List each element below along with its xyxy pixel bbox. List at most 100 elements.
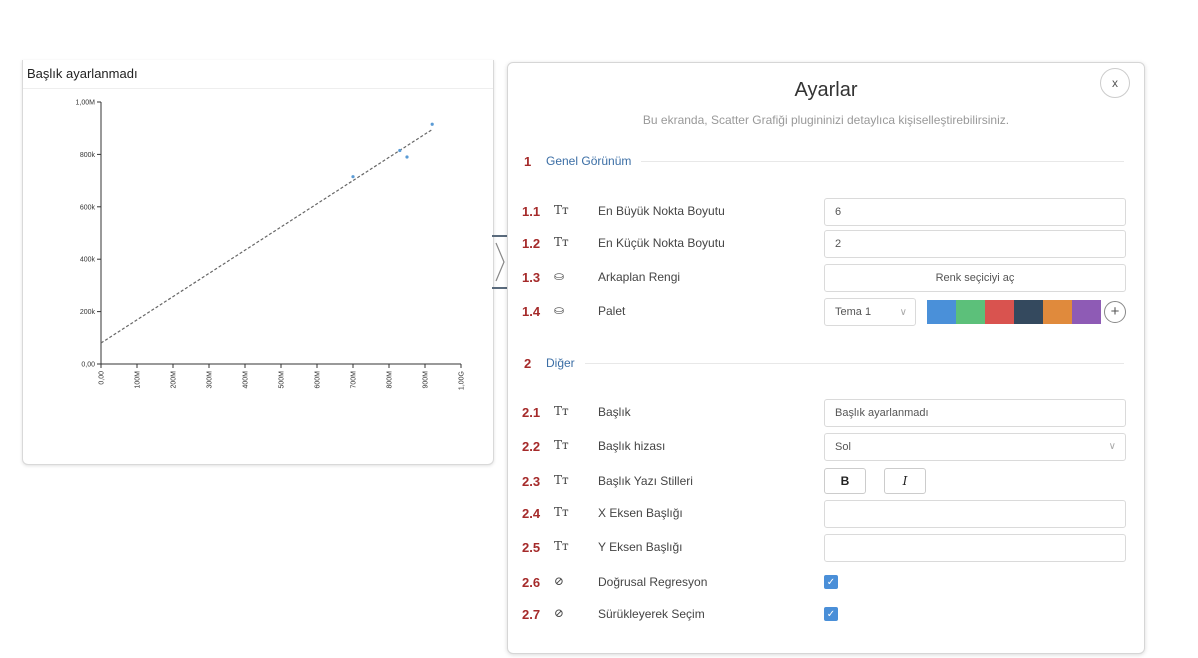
paint-bucket-icon: ⛀: [554, 303, 565, 317]
bold-button[interactable]: B: [824, 468, 866, 494]
x-tick-label: 1,00G: [459, 371, 466, 390]
row-label: Başlık hizası: [598, 439, 666, 453]
theme-select-value: Tema 1: [835, 306, 872, 318]
x-tick-label: 700M: [351, 371, 358, 389]
paint-bucket-icon: ⛀: [554, 269, 565, 283]
row-label: En Büyük Nokta Boyutu: [598, 204, 725, 218]
row-number: 1.2: [522, 236, 541, 251]
x-tick-label: 600M: [315, 371, 322, 389]
italic-button[interactable]: I: [884, 468, 926, 494]
title-input[interactable]: Başlık ayarlanmadı: [824, 399, 1126, 427]
x-tick-label: 400M: [243, 371, 250, 389]
section-general-appearance: 1 Genel Görünüm: [524, 151, 1124, 171]
row-label: Başlık Yazı Stilleri: [598, 474, 693, 488]
chevron-down-icon: ∨: [899, 307, 907, 318]
y-tick-label: 1,00M: [76, 100, 96, 107]
eye-slash-icon: ⊘: [554, 606, 565, 620]
text-type-icon: Tт: [554, 473, 569, 487]
y-tick-label: 800k: [80, 152, 96, 159]
text-type-icon: Tт: [554, 505, 569, 519]
row-label: Arkaplan Rengi: [598, 270, 681, 284]
x-tick-label: 0,00: [99, 371, 106, 385]
setting-row-palette: 1.4 ⛀ Palet Tema 1 ∨ +: [522, 298, 1126, 326]
text-type-icon: Tт: [554, 539, 569, 553]
linear-regression-checkbox[interactable]: ✓: [824, 575, 838, 589]
setting-row-drag-selection: 2.7 ⊘ Sürükleyerek Seçim ✓: [522, 601, 1126, 629]
x-tick-label: 500M: [279, 371, 286, 389]
setting-row-background-color: 1.3 ⛀ Arkaplan Rengi Renk seçiciyi aç: [522, 264, 1126, 292]
chevron-right-icon: [495, 242, 505, 282]
settings-panel: x Ayarlar Bu ekranda, Scatter Grafiği pl…: [507, 62, 1145, 654]
setting-row-y-axis-title: 2.5 Tт Y Eksen Başlığı: [522, 534, 1126, 562]
y-tick-label: 400k: [80, 257, 96, 264]
max-point-size-input[interactable]: 6: [824, 198, 1126, 226]
palette-swatch[interactable]: [1014, 300, 1043, 324]
palette-swatches: [927, 300, 1101, 324]
chart-title: Başlık ayarlanmadı: [27, 66, 138, 81]
palette-swatch[interactable]: [927, 300, 956, 324]
setting-row-linear-regression: 2.6 ⊘ Doğrusal Regresyon ✓: [522, 569, 1126, 597]
regression-line: [100, 129, 433, 344]
row-label: Y Eksen Başlığı: [598, 540, 683, 554]
section-divider: [641, 160, 1124, 162]
scatter-chart[interactable]: 0,00 200k 400k 600k 800k 1,00M 0,00 100M 200M 300…: [23, 90, 493, 430]
row-number: 2.7: [522, 607, 541, 622]
row-label: Başlık: [598, 405, 631, 419]
row-label: Palet: [598, 304, 626, 318]
open-color-picker-button[interactable]: Renk seçiciyi aç: [824, 264, 1126, 292]
text-type-icon: Tт: [554, 203, 569, 217]
eye-slash-icon: ⊘: [554, 574, 565, 588]
row-number: 1.4: [522, 304, 541, 319]
data-point: [398, 148, 402, 153]
x-tick-label: 200M: [171, 371, 178, 389]
y-tick-label: 0,00: [81, 362, 95, 369]
text-type-icon: Tт: [554, 438, 569, 452]
min-point-size-input[interactable]: 2: [824, 230, 1126, 258]
setting-row-title-alignment: 2.2 Tт Başlık hizası Sol ∨: [522, 433, 1126, 461]
x-tick-label: 300M: [207, 371, 214, 389]
setting-row-min-point-size: 1.2 Tт En Küçük Nokta Boyutu 2: [522, 230, 1126, 258]
title-alignment-select[interactable]: Sol: [824, 433, 1126, 461]
text-type-icon: Tт: [554, 235, 569, 249]
setting-row-title-font-styles: 2.3 Tт Başlık Yazı Stilleri B I: [522, 468, 1126, 496]
x-tick-label: 800M: [387, 371, 394, 389]
app-stage: Başlık ayarlanmadı 0,00 200k 400k 600k 800k 1…: [0, 0, 1198, 658]
section-number: 2: [524, 355, 532, 371]
setting-row-title: 2.1 Tт Başlık Başlık ayarlanmadı: [522, 399, 1126, 427]
row-number: 2.3: [522, 474, 541, 489]
row-number: 2.4: [522, 506, 541, 521]
section-number: 1: [524, 153, 532, 169]
drag-selection-checkbox[interactable]: ✓: [824, 607, 838, 621]
row-label: X Eksen Başlığı: [598, 506, 683, 520]
row-label: En Küçük Nokta Boyutu: [598, 236, 725, 250]
row-number: 1.3: [522, 270, 541, 285]
x-tick-label: 100M: [135, 371, 142, 389]
row-number: 1.1: [522, 204, 541, 219]
x-axis-title-input[interactable]: [824, 500, 1126, 528]
add-color-button[interactable]: +: [1104, 301, 1126, 323]
palette-swatch[interactable]: [956, 300, 985, 324]
row-number: 2.6: [522, 575, 541, 590]
setting-row-max-point-size: 1.1 Tт En Büyük Nokta Boyutu 6: [522, 198, 1126, 226]
chart-title-divider: [23, 88, 493, 89]
y-tick-label: 600k: [80, 204, 96, 211]
palette-theme-select[interactable]: Tema 1 ∨: [824, 298, 916, 326]
palette-swatch[interactable]: [1072, 300, 1101, 324]
row-label: Doğrusal Regresyon: [598, 575, 708, 589]
section-label: Diğer: [546, 356, 575, 370]
chart-card: Başlık ayarlanmadı 0,00 200k 400k 600k 800k 1…: [22, 60, 494, 465]
setting-row-x-axis-title: 2.4 Tт X Eksen Başlığı: [522, 500, 1126, 528]
y-axis-title-input[interactable]: [824, 534, 1126, 562]
row-number: 2.2: [522, 439, 541, 454]
row-label: Sürükleyerek Seçim: [598, 607, 705, 621]
data-point: [430, 122, 434, 126]
section-divider: [584, 362, 1124, 364]
section-label: Genel Görünüm: [546, 154, 632, 168]
section-other: 2 Diğer: [524, 353, 1124, 373]
palette-swatch[interactable]: [1043, 300, 1072, 324]
palette-swatch[interactable]: [985, 300, 1014, 324]
chevron-down-icon: ∨: [1108, 441, 1116, 452]
data-point: [351, 175, 355, 179]
y-tick-label: 200k: [80, 309, 96, 316]
panel-subtitle: Bu ekranda, Scatter Grafiği plugininizi …: [642, 113, 1010, 127]
